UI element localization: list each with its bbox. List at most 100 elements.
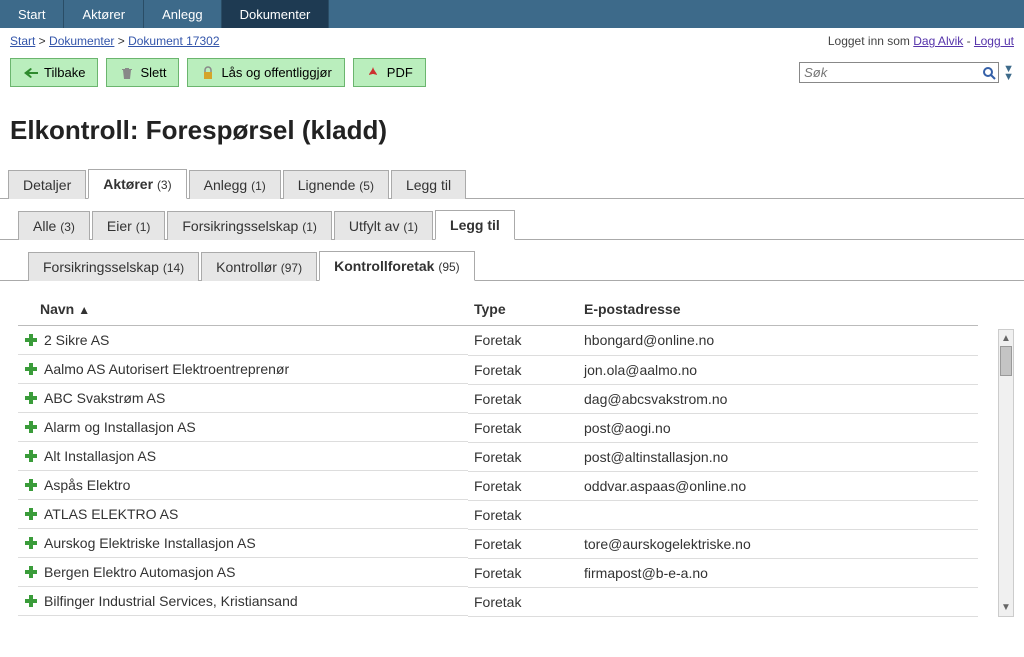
add-icon[interactable]	[24, 565, 38, 579]
trash-icon	[119, 65, 134, 80]
tabs-sub2: Forsikringsselskap (14)Kontrollør (97)Ko…	[0, 250, 1024, 281]
pdf-icon	[366, 65, 381, 80]
pdf-button[interactable]: PDF	[353, 58, 426, 87]
col-header-navn[interactable]: Navn▲	[18, 293, 468, 326]
row-email	[578, 500, 978, 529]
scroll-thumb[interactable]	[1000, 346, 1012, 376]
subtab-eier[interactable]: Eier (1)	[92, 211, 165, 240]
tab-lignende[interactable]: Lignende (5)	[283, 170, 389, 199]
row-email: oddvar.aspaas@online.no	[578, 471, 978, 500]
table-row: Bilfinger Industrial Services, Kristians…	[18, 587, 978, 616]
row-type: Foretak	[468, 326, 578, 356]
logout-link[interactable]: Logg ut	[974, 34, 1014, 48]
row-name: ABC Svakstrøm AS	[44, 390, 165, 406]
table-row: Alarm og Installasjon AS Foretakpost@aogi…	[18, 413, 978, 442]
row-name: Aalmo AS Autorisert Elektroentreprenør	[44, 361, 289, 377]
row-email: dag@abcsvakstrom.no	[578, 384, 978, 413]
table-row: Aalmo AS Autorisert Elektroentreprenør Fo…	[18, 355, 978, 384]
add-icon[interactable]	[24, 478, 38, 492]
row-name: Alarm og Installasjon AS	[44, 419, 196, 435]
top-navigation: StartAktørerAnleggDokumenter	[0, 0, 1024, 28]
add-icon[interactable]	[24, 391, 38, 405]
row-type: Foretak	[468, 500, 578, 529]
kontrollforetak-table: Navn▲ Type E-postadresse 2 Sikre AS Foret…	[18, 293, 978, 617]
subtab-forsikringsselskap[interactable]: Forsikringsselskap (1)	[167, 211, 332, 240]
row-type: Foretak	[468, 413, 578, 442]
tabs-sub1: Alle (3)Eier (1)Forsikringsselskap (1)Ut…	[0, 209, 1024, 240]
row-type: Foretak	[468, 355, 578, 384]
delete-button[interactable]: Slett	[106, 58, 179, 87]
lock-icon	[200, 65, 215, 80]
topnav-aktører[interactable]: Aktører	[64, 0, 144, 28]
search-icon[interactable]	[982, 66, 996, 80]
subsubtab-kontrollforetak[interactable]: Kontrollforetak (95)	[319, 251, 475, 281]
user-link[interactable]: Dag Alvik	[913, 34, 963, 48]
subsubtab-kontrollør[interactable]: Kontrollør (97)	[201, 252, 317, 281]
row-email: firmapost@b-e-a.no	[578, 558, 978, 587]
add-icon[interactable]	[24, 536, 38, 550]
breadcrumb-docs[interactable]: Dokumenter	[49, 34, 114, 48]
subtab-utfylt-av[interactable]: Utfylt av (1)	[334, 211, 433, 240]
subsubtab-forsikringsselskap[interactable]: Forsikringsselskap (14)	[28, 252, 199, 281]
topnav-start[interactable]: Start	[0, 0, 64, 28]
breadcrumb: Start > Dokumenter > Dokument 17302	[10, 34, 220, 48]
row-type: Foretak	[468, 529, 578, 558]
table-row: Aurskog Elektriske Installasjon AS Foreta…	[18, 529, 978, 558]
add-icon[interactable]	[24, 333, 38, 347]
row-email: tore@aurskogelektriske.no	[578, 529, 978, 558]
row-email: post@altinstallasjon.no	[578, 442, 978, 471]
add-icon[interactable]	[24, 362, 38, 376]
back-button[interactable]: Tilbake	[10, 58, 98, 87]
row-type: Foretak	[468, 471, 578, 500]
topnav-dokumenter[interactable]: Dokumenter	[222, 0, 330, 28]
scroll-down-icon[interactable]: ▼	[999, 600, 1013, 616]
row-name: Aspås Elektro	[44, 477, 130, 493]
tabs-main: DetaljerAktører (3)Anlegg (1)Lignende (5…	[0, 168, 1024, 199]
add-icon[interactable]	[24, 449, 38, 463]
vertical-scrollbar[interactable]: ▲ ▼	[998, 329, 1014, 617]
table-row: Alt Installasjon AS Foretakpost@altinstal…	[18, 442, 978, 471]
subtab-legg-til[interactable]: Legg til	[435, 210, 515, 240]
page-title: Elkontroll: Forespørsel (kladd)	[0, 97, 1024, 168]
col-header-email[interactable]: E-postadresse	[578, 293, 978, 326]
row-type: Foretak	[468, 384, 578, 413]
row-email: jon.ola@aalmo.no	[578, 355, 978, 384]
table-row: Aspås Elektro Foretakoddvar.aspaas@online…	[18, 471, 978, 500]
search-input[interactable]	[804, 65, 982, 80]
login-info: Logget inn som Dag Alvik - Logg ut	[828, 34, 1014, 48]
add-icon[interactable]	[24, 507, 38, 521]
col-header-type[interactable]: Type	[468, 293, 578, 326]
row-name: Alt Installasjon AS	[44, 448, 156, 464]
row-email: hbongard@online.no	[578, 326, 978, 356]
topnav-anlegg[interactable]: Anlegg	[144, 0, 221, 28]
scroll-up-icon[interactable]: ▲	[999, 330, 1013, 346]
arrow-left-icon	[23, 65, 38, 80]
row-name: ATLAS ELEKTRO AS	[44, 506, 178, 522]
table-row: ABC Svakstrøm AS Foretakdag@abcsvakstrom.…	[18, 384, 978, 413]
table-row: Bergen Elektro Automasjon AS Foretakfirma…	[18, 558, 978, 587]
lock-publish-button[interactable]: Lås og offentliggjør	[187, 58, 344, 87]
add-icon[interactable]	[24, 594, 38, 608]
row-type: Foretak	[468, 558, 578, 587]
breadcrumb-doc[interactable]: Dokument 17302	[128, 34, 219, 48]
breadcrumb-start[interactable]: Start	[10, 34, 35, 48]
row-name: Bergen Elektro Automasjon AS	[44, 564, 235, 580]
tab-anlegg[interactable]: Anlegg (1)	[189, 170, 281, 199]
row-email	[578, 587, 978, 616]
table-row: 2 Sikre AS Foretakhbongard@online.no	[18, 326, 978, 356]
add-icon[interactable]	[24, 420, 38, 434]
row-email: post@aogi.no	[578, 413, 978, 442]
search-box[interactable]	[799, 62, 999, 83]
row-name: Aurskog Elektriske Installasjon AS	[44, 535, 256, 551]
sort-asc-icon: ▲	[78, 303, 90, 317]
tab-aktører[interactable]: Aktører (3)	[88, 169, 186, 199]
row-type: Foretak	[468, 442, 578, 471]
row-name: Bilfinger Industrial Services, Kristians…	[44, 593, 298, 609]
table-row: ATLAS ELEKTRO AS Foretak	[18, 500, 978, 529]
expand-search-icon[interactable]: ▼▼	[1003, 65, 1014, 81]
row-type: Foretak	[468, 587, 578, 616]
tab-legg-til[interactable]: Legg til	[391, 170, 466, 199]
subtab-alle[interactable]: Alle (3)	[18, 211, 90, 240]
tab-detaljer[interactable]: Detaljer	[8, 170, 86, 199]
row-name: 2 Sikre AS	[44, 332, 109, 348]
